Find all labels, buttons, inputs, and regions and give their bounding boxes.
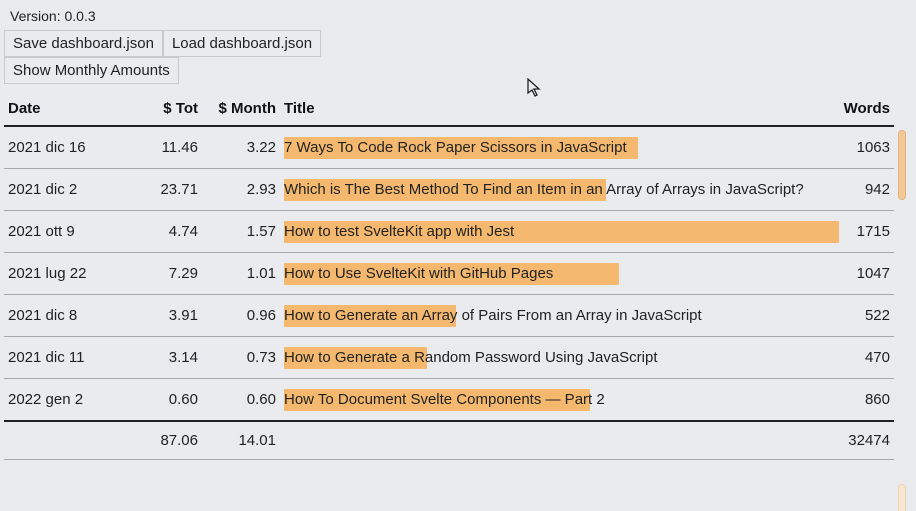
table-row: 2021 dic 1611.463.227 Ways To Code Rock …: [4, 126, 894, 169]
cell-month: 3.22: [202, 126, 280, 169]
cell-words: 522: [822, 295, 894, 337]
scrollbar-thumb[interactable]: [898, 130, 906, 200]
table-row: 2021 dic 113.140.73How to Generate a Ran…: [4, 337, 894, 379]
table-row: 2021 ott 94.741.57How to test SvelteKit …: [4, 211, 894, 253]
footer-month: 14.01: [202, 421, 280, 460]
toolbar: Save dashboard.json Load dashboard.json: [4, 30, 908, 57]
title-link[interactable]: How to Generate a Random Password Using …: [284, 349, 658, 366]
cell-date: 2021 dic 16: [4, 126, 134, 169]
scrollbar-track-end[interactable]: [898, 484, 906, 511]
show-monthly-button[interactable]: Show Monthly Amounts: [4, 57, 179, 84]
cell-tot: 3.91: [134, 295, 202, 337]
cell-title: Which is The Best Method To Find an Item…: [280, 169, 822, 211]
col-date-header[interactable]: Date: [4, 94, 134, 126]
col-month-header[interactable]: $ Month: [202, 94, 280, 126]
title-link[interactable]: How to Generate an Array of Pairs From a…: [284, 307, 702, 324]
title-link[interactable]: 7 Ways To Code Rock Paper Scissors in Ja…: [284, 139, 627, 156]
cell-tot: 7.29: [134, 253, 202, 295]
footer-empty2: [280, 421, 822, 460]
col-tot-header[interactable]: $ Tot: [134, 94, 202, 126]
cell-words: 860: [822, 379, 894, 422]
toolbar-row-2: Show Monthly Amounts: [4, 57, 908, 84]
cell-date: 2021 dic 2: [4, 169, 134, 211]
version-label: Version: 0.0.3: [4, 6, 908, 30]
title-link[interactable]: How To Document Svelte Components — Part…: [284, 391, 605, 408]
cell-words: 1047: [822, 253, 894, 295]
cell-words: 942: [822, 169, 894, 211]
table-footer-row: 87.06 14.01 32474: [4, 421, 894, 460]
save-button[interactable]: Save dashboard.json: [4, 30, 163, 57]
cell-month: 2.93: [202, 169, 280, 211]
cell-month: 0.96: [202, 295, 280, 337]
table-row: 2021 dic 83.910.96How to Generate an Arr…: [4, 295, 894, 337]
cell-tot: 11.46: [134, 126, 202, 169]
footer-empty: [4, 421, 134, 460]
cell-tot: 4.74: [134, 211, 202, 253]
table-container: Date $ Tot $ Month Title Words 2021 dic …: [4, 94, 908, 460]
cell-tot: 23.71: [134, 169, 202, 211]
cell-date: 2021 lug 22: [4, 253, 134, 295]
cell-month: 1.01: [202, 253, 280, 295]
cell-tot: 0.60: [134, 379, 202, 422]
col-words-header[interactable]: Words: [822, 94, 894, 126]
cell-title: How to Generate a Random Password Using …: [280, 337, 822, 379]
cell-title: How to test SvelteKit app with Jest: [280, 211, 822, 253]
cell-date: 2021 dic 8: [4, 295, 134, 337]
cell-date: 2021 dic 11: [4, 337, 134, 379]
cell-date: 2021 ott 9: [4, 211, 134, 253]
cell-month: 1.57: [202, 211, 280, 253]
cell-title: How to Generate an Array of Pairs From a…: [280, 295, 822, 337]
table-header-row: Date $ Tot $ Month Title Words: [4, 94, 894, 126]
cell-words: 470: [822, 337, 894, 379]
table-row: 2021 lug 227.291.01How to Use SvelteKit …: [4, 253, 894, 295]
cell-title: How To Document Svelte Components — Part…: [280, 379, 822, 422]
title-link[interactable]: How to test SvelteKit app with Jest: [284, 223, 514, 240]
cell-tot: 3.14: [134, 337, 202, 379]
cell-month: 0.60: [202, 379, 280, 422]
load-button[interactable]: Load dashboard.json: [163, 30, 321, 57]
footer-tot: 87.06: [134, 421, 202, 460]
table-row: 2022 gen 20.600.60How To Document Svelte…: [4, 379, 894, 422]
title-link[interactable]: How to Use SvelteKit with GitHub Pages: [284, 265, 553, 282]
title-link[interactable]: Which is The Best Method To Find an Item…: [284, 181, 804, 198]
cell-month: 0.73: [202, 337, 280, 379]
col-title-header[interactable]: Title: [280, 94, 822, 126]
data-table: Date $ Tot $ Month Title Words 2021 dic …: [4, 94, 894, 460]
cell-words: 1063: [822, 126, 894, 169]
cell-title: How to Use SvelteKit with GitHub Pages: [280, 253, 822, 295]
table-row: 2021 dic 223.712.93Which is The Best Met…: [4, 169, 894, 211]
cell-date: 2022 gen 2: [4, 379, 134, 422]
cell-title: 7 Ways To Code Rock Paper Scissors in Ja…: [280, 126, 822, 169]
footer-words: 32474: [822, 421, 894, 460]
